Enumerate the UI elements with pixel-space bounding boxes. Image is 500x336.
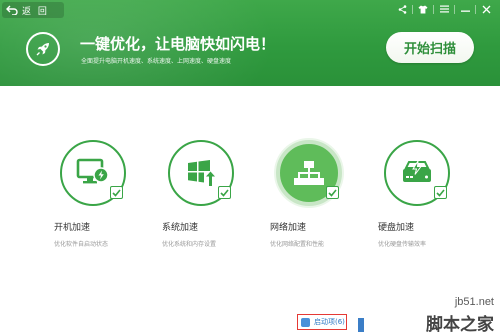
feature-system-speed[interactable]: 系统加速 优化系统和内存设置 [142, 140, 262, 260]
back-arrow-icon [6, 5, 18, 15]
menu-button[interactable] [434, 3, 454, 15]
feature-description: 优化网络配置和性能 [270, 241, 325, 248]
minimize-icon [460, 10, 470, 12]
menu-icon [439, 5, 449, 13]
feature-description: 优化软件自启动状态 [54, 241, 109, 248]
windows-icon [188, 160, 215, 186]
network-icon [294, 161, 324, 185]
feature-network-speed[interactable]: 网络加速 优化网络配置和性能 [250, 140, 370, 260]
hdd-bolt-icon [403, 160, 431, 182]
checkmark-icon [328, 188, 337, 197]
share-icon [398, 4, 406, 14]
checkmark-icon [220, 188, 229, 197]
feature-description: 优化硬盘传输效率 [378, 241, 427, 248]
watermark-url: jb51.net [454, 296, 494, 308]
checkmark-icon [112, 188, 121, 197]
rocket-icon [36, 43, 49, 56]
feature-description: 优化系统和内存设置 [162, 241, 217, 248]
shirt-icon [418, 5, 428, 13]
feature-title: 系统加速 [162, 223, 199, 233]
feature-checkbox[interactable] [218, 186, 231, 199]
feature-disk-speed[interactable]: 硬盘加速 优化硬盘传输效率 [358, 140, 478, 260]
start-scan-button[interactable]: 开始扫描 [386, 32, 474, 63]
startup-items-link[interactable]: 启动项(6) [297, 314, 347, 330]
feature-checkbox[interactable] [326, 186, 339, 199]
minimize-button[interactable] [455, 3, 475, 15]
skin-button[interactable] [413, 3, 433, 15]
feature-checkbox[interactable] [434, 186, 447, 199]
headline: 一键优化，让电脑快如闪电！ [80, 35, 276, 53]
header-banner: 返 回 一键优化，让电脑快如闪电！ 全面提升电脑开机速度、系统速度、上网速度、硬… [0, 0, 500, 86]
startup-icon [301, 317, 310, 327]
back-label: 返 回 [22, 6, 49, 17]
rocket-badge [26, 32, 60, 66]
monitor-bolt-icon [76, 158, 109, 184]
startup-items-label: 启动项(6) [314, 318, 345, 326]
feature-title: 开机加速 [54, 223, 91, 233]
close-button[interactable] [476, 3, 496, 15]
back-button[interactable]: 返 回 [2, 2, 64, 18]
subline: 全面提升电脑开机速度、系统速度、上网速度、硬盘速度 [81, 58, 232, 65]
feature-boot-speed[interactable]: 开机加速 优化软件自启动状态 [34, 140, 154, 260]
watermark: jb51.net 脚本之家 [370, 296, 498, 336]
window-controls [392, 3, 496, 15]
feature-title: 网络加速 [270, 223, 307, 233]
watermark-name: 脚本之家 [426, 315, 494, 335]
checkmark-icon [436, 188, 445, 197]
side-tab[interactable] [358, 318, 364, 332]
share-button[interactable] [392, 3, 412, 15]
title-bar: 返 回 [0, 0, 500, 20]
close-icon [482, 5, 490, 13]
feature-checkbox[interactable] [110, 186, 123, 199]
feature-title: 硬盘加速 [378, 223, 415, 233]
